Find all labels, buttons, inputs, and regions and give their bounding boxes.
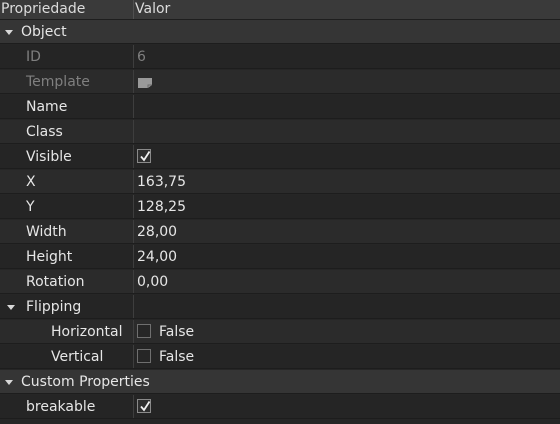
property-label-horizontal: Horizontal — [51, 324, 123, 340]
property-value-horizontal: False — [159, 324, 195, 340]
property-label-y: Y — [26, 199, 35, 215]
property-row-name[interactable]: Name — [0, 95, 560, 119]
group-label-custom-properties: Custom Properties — [21, 374, 150, 390]
property-value-vertical: False — [159, 349, 195, 365]
expand-arrow-icon[interactable] — [7, 305, 15, 310]
expand-arrow-icon[interactable] — [5, 380, 13, 385]
vertical-checkbox[interactable] — [137, 349, 151, 363]
property-label-template: Template — [26, 74, 90, 90]
horizontal-checkbox[interactable] — [137, 324, 151, 338]
property-row-x[interactable]: X 163,75 — [0, 170, 560, 194]
property-row-id: ID 6 — [0, 45, 560, 69]
property-value-rotation[interactable]: 0,00 — [137, 270, 168, 294]
property-label-height: Height — [26, 249, 73, 265]
property-value-x[interactable]: 163,75 — [137, 170, 186, 194]
properties-header: Propriedade Valor — [0, 0, 560, 20]
property-label-class: Class — [26, 124, 63, 140]
group-label-object: Object — [21, 24, 67, 40]
property-row-template: Template — [0, 70, 560, 94]
expand-arrow-icon[interactable] — [5, 30, 13, 35]
property-value-width[interactable]: 28,00 — [137, 220, 177, 244]
property-label-rotation: Rotation — [26, 274, 85, 290]
breakable-checkbox[interactable] — [137, 399, 151, 413]
property-label-id: ID — [26, 49, 41, 65]
property-label-name: Name — [26, 99, 68, 115]
property-label-breakable: breakable — [26, 399, 96, 415]
property-label-x: X — [26, 174, 36, 190]
property-value-height[interactable]: 24,00 — [137, 245, 177, 269]
property-value-y[interactable]: 128,25 — [137, 195, 186, 219]
group-row-custom-properties[interactable]: Custom Properties — [0, 370, 560, 394]
property-row-flipping[interactable]: Flipping — [0, 295, 560, 319]
template-icon[interactable] — [137, 77, 153, 89]
property-value-id: 6 — [137, 49, 146, 65]
property-row-width[interactable]: Width 28,00 — [0, 220, 560, 244]
column-header-property[interactable]: Propriedade — [0, 0, 134, 19]
checkmark-icon — [140, 401, 151, 412]
property-label-visible: Visible — [26, 149, 72, 165]
property-row-rotation[interactable]: Rotation 0,00 — [0, 270, 560, 294]
property-row-vertical[interactable]: Vertical False — [0, 345, 560, 369]
property-row-class[interactable]: Class — [0, 120, 560, 144]
property-row-height[interactable]: Height 24,00 — [0, 245, 560, 269]
property-row-visible[interactable]: Visible — [0, 145, 560, 169]
group-row-object[interactable]: Object — [0, 20, 560, 44]
property-label-flipping: Flipping — [26, 299, 82, 315]
properties-panel: Propriedade Valor Object ID 6 Template N… — [0, 0, 560, 424]
column-header-value[interactable]: Valor — [134, 0, 555, 19]
property-label-vertical: Vertical — [51, 349, 104, 365]
property-row-horizontal[interactable]: Horizontal False — [0, 320, 560, 344]
property-row-breakable[interactable]: breakable — [0, 395, 560, 419]
visible-checkbox[interactable] — [137, 149, 151, 163]
checkmark-icon — [140, 151, 151, 162]
property-row-y[interactable]: Y 128,25 — [0, 195, 560, 219]
property-label-width: Width — [26, 224, 67, 240]
